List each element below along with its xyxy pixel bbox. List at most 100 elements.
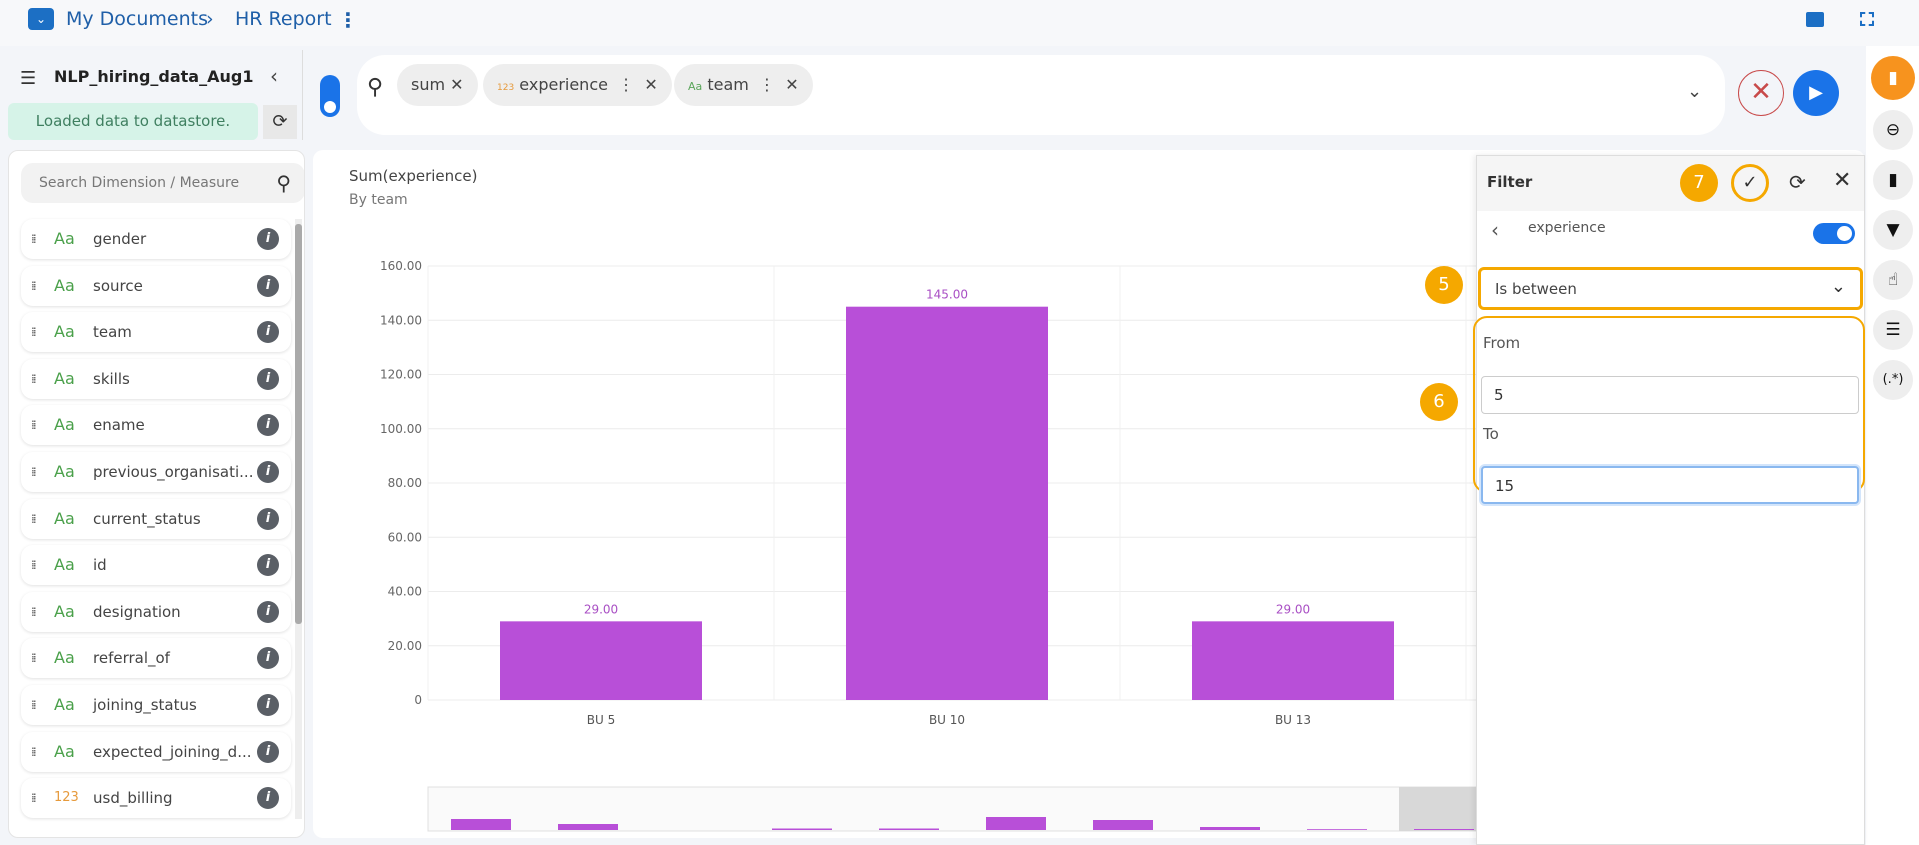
type-icon: Aa (54, 648, 75, 668)
search-dimension-input[interactable]: Search Dimension / Measure ⚲ (21, 163, 304, 203)
scrollbar-thumb[interactable] (295, 224, 302, 624)
dimension-item[interactable]: ⁞⁞ Aa designation i (21, 591, 291, 632)
sd-card-icon[interactable]: ▮ (1871, 56, 1915, 100)
breadcrumb-hr-report[interactable]: HR Report (235, 8, 332, 30)
drag-handle-icon[interactable]: ⁞⁞ (31, 452, 36, 492)
drag-handle-icon[interactable]: ⁞⁞ (31, 732, 36, 772)
filter-header: Filter 7 ✓ ⟳ ✕ (1477, 156, 1864, 211)
dimension-item[interactable]: ⁞⁞ Aa expected_joining_d... i (21, 731, 291, 772)
type-icon: Aa (54, 508, 75, 528)
dimension-item[interactable]: ⁞⁞ Aa ename i (21, 405, 291, 446)
dimension-label: expected_joining_d... (93, 742, 252, 761)
comment-icon[interactable] (1806, 12, 1824, 27)
back-arrow-icon[interactable]: ⊖ (1873, 110, 1913, 150)
minimap-bar (879, 828, 939, 830)
drag-handle-icon[interactable]: ⁞⁞ (31, 266, 36, 306)
info-icon[interactable]: i (257, 740, 279, 763)
query-chip-sum[interactable]: sum ✕ (397, 64, 478, 106)
info-icon[interactable]: i (257, 694, 279, 716)
drag-handle-icon[interactable]: ⁞⁞ (31, 592, 36, 632)
dimension-item[interactable]: ⁞⁞ 123 usd_billing i (21, 778, 291, 819)
right-toolbar: ▮ ⊖ ▮ ▼ ☝ ☰ (.*) (1866, 46, 1919, 845)
more-icon[interactable]: ⋮ (759, 75, 775, 94)
close-icon[interactable]: ✕ (1833, 168, 1851, 193)
regex-icon[interactable]: (.*) (1873, 360, 1913, 400)
fullscreen-icon[interactable] (1860, 12, 1874, 26)
dimension-item[interactable]: ⁞⁞ Aa team i (21, 312, 291, 353)
pointer-icon[interactable]: ☝ (1873, 260, 1913, 300)
dimension-label: joining_status (93, 696, 197, 714)
info-icon[interactable]: i (257, 367, 279, 390)
scrollbar[interactable] (295, 219, 302, 819)
dimension-item[interactable]: ⁞⁞ Aa id i (21, 545, 291, 586)
reset-icon[interactable]: ⟳ (1789, 170, 1806, 194)
drag-handle-icon[interactable]: ⁞⁞ (31, 312, 36, 352)
info-icon[interactable]: i (257, 321, 279, 344)
query-chip-experience[interactable]: 123 experience ⋮ ✕ (483, 64, 672, 106)
close-icon[interactable]: ✕ (450, 75, 463, 94)
info-icon[interactable]: i (257, 554, 279, 577)
more-icon[interactable]: ⋮ (618, 75, 634, 94)
drag-handle-icon[interactable]: ⁞⁞ (31, 499, 36, 539)
info-icon[interactable]: i (257, 787, 279, 810)
chip-label: sum (411, 75, 446, 94)
filter-enable-toggle[interactable] (1813, 223, 1855, 244)
drag-handle-icon[interactable]: ⁞⁞ (31, 638, 36, 678)
info-icon[interactable]: i (257, 414, 279, 437)
drag-handle-icon[interactable]: ⁞⁞ (31, 545, 36, 585)
dimension-item[interactable]: ⁞⁞ Aa joining_status i (21, 685, 291, 725)
minimap-bar (1307, 829, 1367, 830)
filter-icon[interactable]: ▼ (1873, 210, 1913, 250)
dimension-item[interactable]: ⁞⁞ Aa skills i (21, 358, 291, 399)
refresh-button[interactable]: ⟳ (263, 105, 297, 139)
from-input[interactable]: 5 (1481, 376, 1859, 414)
info-icon[interactable]: i (257, 647, 279, 670)
dimension-item[interactable]: ⁞⁞ Aa current_status i (21, 498, 291, 539)
to-input[interactable]: 15 (1481, 466, 1859, 504)
close-icon[interactable]: ✕ (644, 75, 657, 94)
info-icon[interactable]: i (257, 228, 279, 250)
dimension-item[interactable]: ⁞⁞ Aa referral_of i (21, 638, 291, 679)
collapse-chevron-icon[interactable]: ‹ (270, 64, 278, 88)
bar-chart-icon[interactable]: ▮ (1873, 160, 1913, 200)
info-icon[interactable]: i (257, 600, 279, 623)
drag-handle-icon[interactable]: ⁞⁞ (31, 405, 36, 445)
operator-value: Is between (1495, 280, 1577, 298)
chevron-down-icon[interactable]: ⌄ (1687, 81, 1702, 102)
minimap-bar (558, 824, 618, 830)
folder-icon[interactable]: ⌄ (28, 8, 54, 30)
operator-select[interactable]: Is between ⌄ (1478, 267, 1863, 310)
info-icon[interactable]: i (257, 507, 279, 530)
y-tick-label: 40.00 (388, 585, 422, 599)
dimension-item[interactable]: ⁞⁞ Aa gender i (21, 219, 291, 259)
breadcrumb-my-documents[interactable]: My Documents (66, 8, 208, 30)
bar-value-label: 29.00 (1276, 602, 1310, 616)
minimap-bar (451, 819, 511, 830)
dimension-item[interactable]: ⁞⁞ Aa source i (21, 265, 291, 306)
apply-check-button[interactable]: ✓ (1731, 164, 1769, 202)
dimension-label: gender (93, 230, 147, 248)
dimension-item[interactable]: ⁞⁞ Aa previous_organisati... i (21, 452, 291, 492)
range-group: From 5 To 15 (1473, 316, 1865, 504)
type-icon: Aa (54, 275, 75, 295)
drag-handle-icon[interactable]: ⁞⁞ (31, 685, 36, 725)
drag-handle-icon[interactable]: ⁞⁞ (31, 778, 36, 818)
clear-query-button[interactable]: ✕ (1738, 70, 1784, 116)
query-chip-team[interactable]: Aa team ⋮ ✕ (674, 64, 813, 106)
search-icon[interactable]: ⚲ (276, 163, 291, 203)
drag-handle-icon[interactable]: ⁞⁞ (31, 359, 36, 399)
bar-value-label: 29.00 (584, 602, 618, 616)
close-icon[interactable]: ✕ (785, 75, 798, 94)
chip-label: experience (519, 75, 608, 94)
query-bar[interactable]: ⚲ sum ✕ 123 experience ⋮ ✕ Aa team ⋮ ✕ ⌄ (357, 55, 1725, 135)
database-icon[interactable]: ☰ (1873, 310, 1913, 350)
info-icon[interactable]: i (257, 461, 279, 483)
back-chevron-icon[interactable]: ‹ (1491, 218, 1499, 242)
more-options-icon[interactable]: ⋮ (338, 8, 358, 32)
drag-handle-icon[interactable]: ⁞⁞ (31, 219, 36, 259)
info-icon[interactable]: i (257, 274, 279, 297)
mode-toggle[interactable] (320, 75, 340, 117)
run-query-button[interactable]: ▶ (1793, 70, 1839, 116)
status-badge: Loaded data to datastore. (8, 103, 258, 140)
breadcrumb-separator: › (206, 8, 214, 30)
